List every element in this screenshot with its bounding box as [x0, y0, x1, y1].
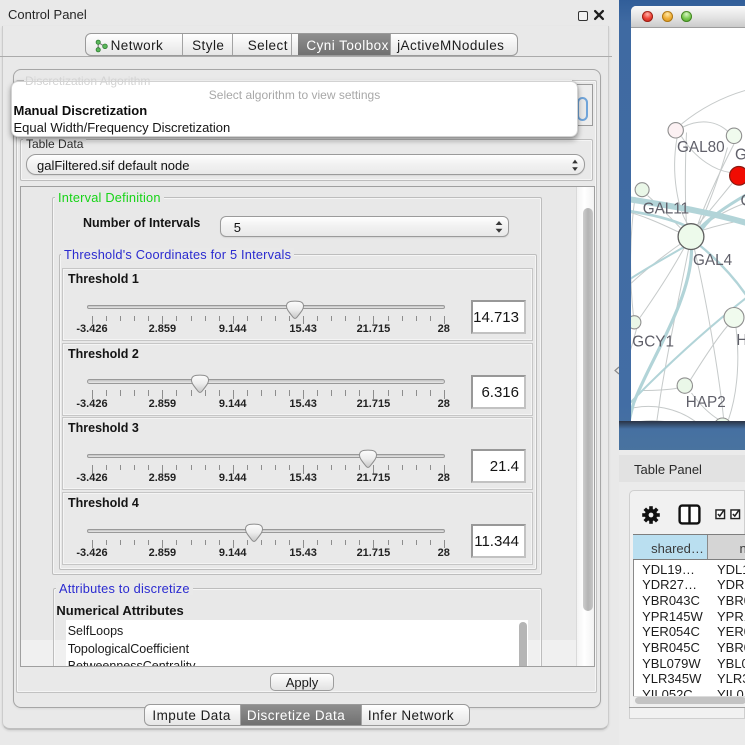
svg-text:GAL80: GAL80: [677, 139, 725, 156]
svg-text:HA..: HA..: [736, 332, 745, 349]
svg-text:GAL11: GAL11: [642, 200, 689, 217]
svg-text:GAL4: GAL4: [693, 251, 733, 268]
svg-text:HAP2: HAP2: [685, 394, 725, 411]
svg-text:GAL..: GAL..: [735, 146, 745, 163]
svg-text:GCY1: GCY1: [632, 333, 674, 350]
svg-text:CY..: CY..: [740, 192, 745, 209]
